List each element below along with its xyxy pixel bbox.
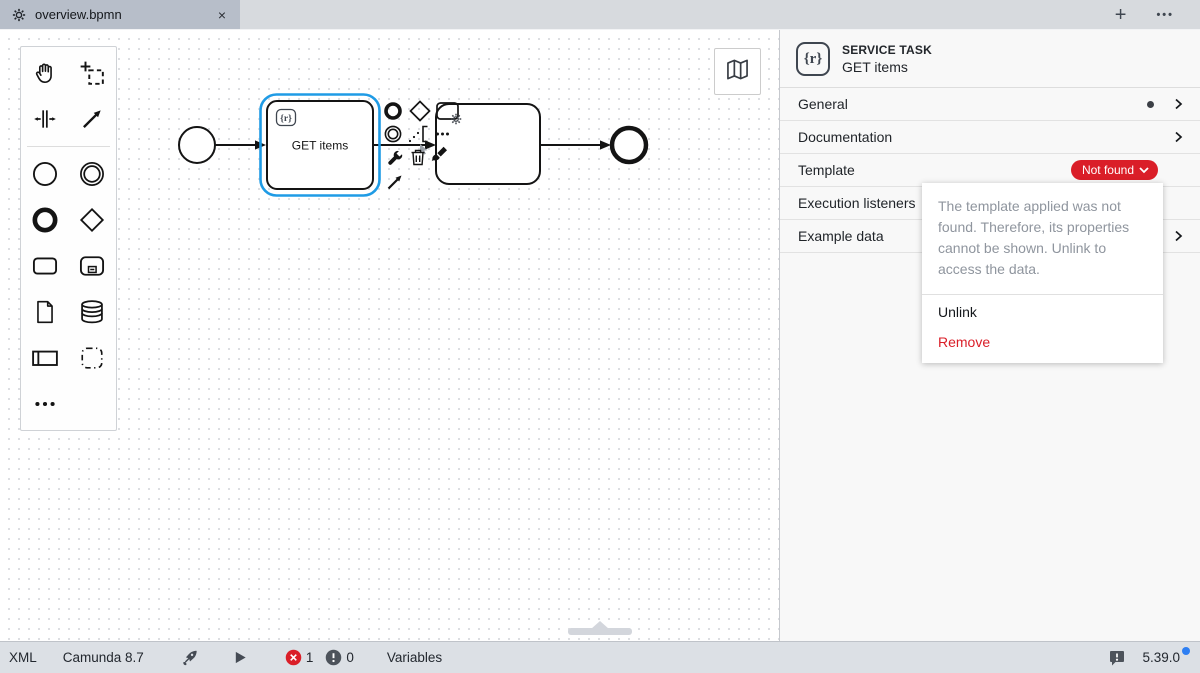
start-instance-button[interactable] — [220, 650, 272, 665]
template-dropdown-menu: The template applied was not found. Ther… — [922, 183, 1163, 363]
update-available-dot-icon — [1182, 647, 1190, 655]
tabbar-actions: + ••• — [1115, 0, 1200, 29]
tab-overflow-menu-icon[interactable]: ••• — [1156, 9, 1174, 21]
tab-bar: overview.bpmn × + ••• — [0, 0, 1200, 30]
bpmn-canvas[interactable]: {r} GET items — [0, 30, 780, 641]
end-event[interactable] — [612, 128, 646, 162]
properties-panel: {r} SERVICE TASK GET items General Docum… — [780, 30, 1200, 641]
chevron-down-icon — [1139, 163, 1149, 177]
general-changes-dot-icon — [1147, 101, 1154, 108]
play-icon — [233, 650, 248, 665]
task-2[interactable] — [436, 104, 540, 184]
bpmn-diagram: {r} GET items — [0, 30, 779, 641]
connector-badge-label: {r} — [280, 114, 292, 124]
change-type-wrench-icon[interactable] — [388, 151, 402, 165]
element-type-label: SERVICE TASK — [842, 43, 932, 57]
group-general[interactable]: General — [780, 88, 1200, 121]
delete-trash-icon[interactable] — [412, 151, 425, 165]
new-tab-button[interactable]: + — [1115, 5, 1127, 25]
status-bar: XML Camunda 8.7 1 — [0, 641, 1200, 673]
main-area: {r} GET items — [0, 30, 1200, 641]
problems-indicator[interactable]: 1 0 — [272, 649, 367, 666]
variables-toggle[interactable]: Variables — [367, 650, 455, 665]
tab-overview-bpmn[interactable]: overview.bpmn × — [0, 0, 240, 29]
engine-version-selector[interactable]: Camunda 8.7 — [50, 650, 168, 665]
tab-title: overview.bpmn — [35, 7, 122, 22]
append-intermediate-event-icon[interactable] — [385, 126, 400, 141]
map-icon — [724, 56, 751, 88]
report-issue-icon[interactable] — [1108, 649, 1126, 667]
app-version[interactable]: 5.39.0 — [1142, 650, 1188, 665]
xml-toggle[interactable]: XML — [0, 650, 50, 665]
append-end-event-icon[interactable] — [386, 104, 400, 118]
tab-close-icon[interactable]: × — [214, 6, 230, 24]
group-documentation[interactable]: Documentation — [780, 121, 1200, 154]
append-text-annotation-icon[interactable] — [409, 127, 428, 143]
chevron-right-icon — [1170, 129, 1186, 145]
sequence-flow-3[interactable] — [540, 140, 611, 149]
deploy-button[interactable] — [168, 649, 220, 666]
gear-icon — [12, 8, 26, 22]
properties-header: {r} SERVICE TASK GET items — [780, 30, 1200, 88]
connect-tool-icon[interactable] — [389, 176, 402, 189]
start-event[interactable] — [179, 127, 215, 163]
error-icon — [285, 649, 302, 666]
rocket-icon — [181, 649, 198, 666]
service-task-get-items[interactable]: {r} GET items — [267, 101, 373, 189]
template-not-found-badge[interactable]: Not found — [1071, 160, 1158, 180]
chevron-right-icon — [1170, 228, 1186, 244]
minimap-toggle-button[interactable] — [714, 48, 761, 95]
sequence-flow-1[interactable] — [215, 140, 266, 149]
service-task-badge-icon: {r} — [796, 42, 830, 76]
remove-menu-item[interactable]: Remove — [922, 329, 1163, 363]
chevron-right-icon — [1170, 96, 1186, 112]
more-tools-icon[interactable] — [436, 133, 449, 136]
element-name-label: GET items — [842, 59, 932, 75]
warning-icon — [325, 649, 342, 666]
warning-count: 0 — [346, 650, 354, 665]
task-label: GET items — [292, 139, 348, 153]
bottom-panel-handle[interactable] — [568, 628, 632, 635]
template-not-found-message: The template applied was not found. Ther… — [922, 183, 1163, 292]
unlink-menu-item[interactable]: Unlink — [922, 295, 1163, 329]
append-gateway-icon[interactable] — [411, 102, 430, 121]
error-count: 1 — [306, 650, 314, 665]
